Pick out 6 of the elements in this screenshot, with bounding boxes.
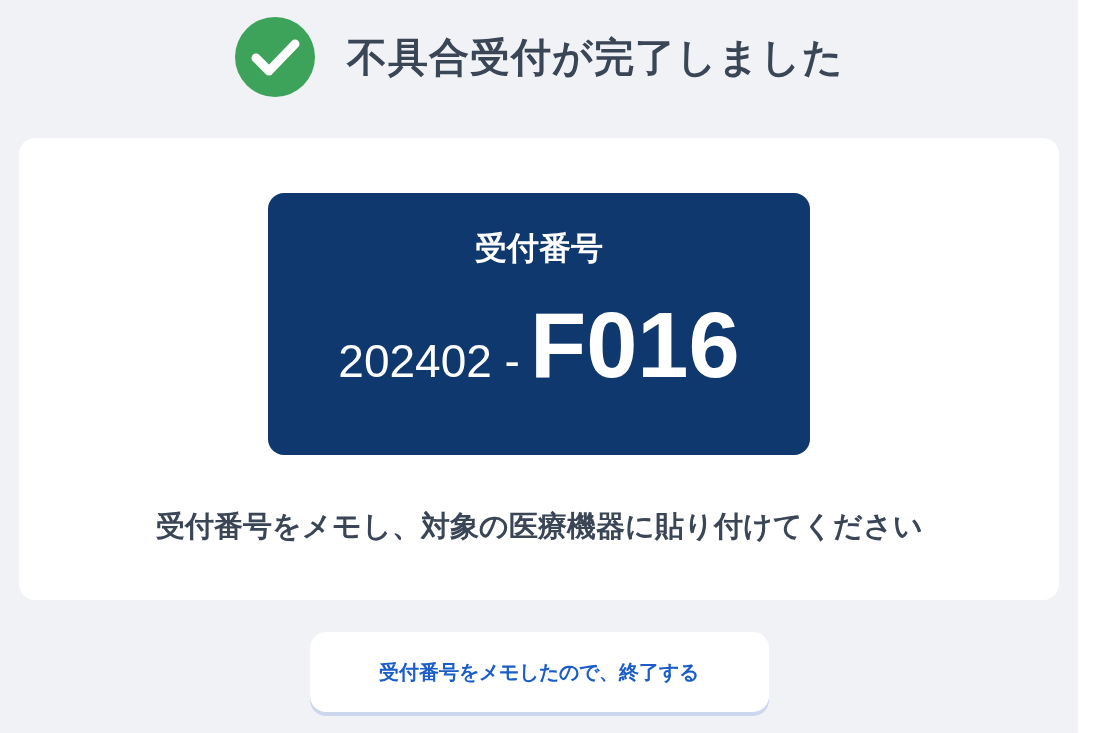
receipt-number: F016 bbox=[529, 293, 740, 398]
check-circle-icon bbox=[234, 17, 315, 97]
page-title: 不具合受付が完了しました bbox=[346, 32, 844, 82]
receipt-label: 受付番号 bbox=[475, 228, 603, 269]
receipt-number-prefix: 202402 - bbox=[338, 334, 520, 388]
instruction-text: 受付番号をメモし、対象の医療機器に貼り付けてください bbox=[155, 508, 923, 545]
